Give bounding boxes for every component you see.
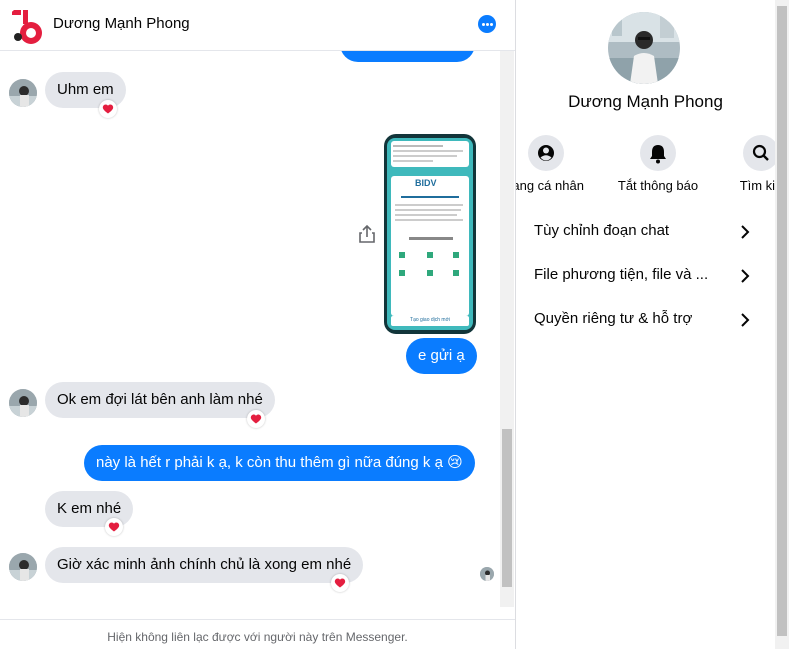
message-bubble[interactable]: này là hết r phải k ạ, k còn thu thêm gì… bbox=[84, 445, 475, 481]
search-icon[interactable] bbox=[743, 135, 775, 171]
sender-avatar bbox=[9, 553, 37, 581]
heart-reaction[interactable] bbox=[331, 574, 349, 592]
chat-header: Dương Mạnh Phong bbox=[0, 0, 515, 51]
chevron-right-icon bbox=[741, 313, 750, 327]
message-bubble[interactable]: Giờ xác minh ảnh chính chủ là xong em nh… bbox=[45, 547, 364, 583]
share-icon[interactable] bbox=[358, 224, 376, 244]
sidebar-scrollbar[interactable] bbox=[775, 0, 789, 649]
brand-logo: BIDV bbox=[415, 178, 437, 188]
action-label: Tắt thông báo bbox=[617, 178, 699, 193]
chevron-right-icon bbox=[741, 269, 750, 283]
heart-icon bbox=[334, 578, 346, 588]
outgoing-message-partial bbox=[340, 51, 475, 62]
profile-sidebar: Dương Mạnh Phong rang cá nhân Tắt thông … bbox=[516, 0, 775, 649]
heart-reaction[interactable] bbox=[99, 100, 117, 118]
sidebar-scrollbar-thumb[interactable] bbox=[777, 6, 787, 636]
message-list: Uhm em BIDV Tạo giao dịch mới e gửi ạ Ok… bbox=[0, 51, 500, 617]
bell-icon[interactable] bbox=[640, 135, 676, 171]
profile-icon[interactable] bbox=[528, 135, 564, 171]
message-bubble[interactable]: e gửi ạ bbox=[406, 338, 477, 374]
chat-scrollbar-thumb[interactable] bbox=[502, 429, 512, 587]
menu-media-files[interactable]: File phương tiện, file và ... bbox=[534, 266, 754, 283]
heart-reaction[interactable] bbox=[247, 410, 265, 428]
action-label: rang cá nhân bbox=[516, 178, 584, 193]
profile-name: Dương Mạnh Phong bbox=[568, 92, 723, 111]
chat-panel: Dương Mạnh Phong Uhm em BIDV Tạo giao dị… bbox=[0, 0, 516, 649]
menu-customize-chat[interactable]: Tùy chỉnh đoạn chat bbox=[534, 222, 754, 239]
sender-avatar bbox=[9, 79, 37, 107]
heart-reaction[interactable] bbox=[105, 518, 123, 536]
seen-indicator-avatar bbox=[480, 567, 494, 581]
profile-avatar[interactable] bbox=[608, 12, 680, 84]
unavailable-notice: Hiện không liên lạc được với người này t… bbox=[0, 619, 515, 650]
attachment-button-label: Tạo giao dịch mới bbox=[410, 317, 450, 323]
chat-scrollbar[interactable] bbox=[500, 51, 514, 607]
image-attachment[interactable]: BIDV Tạo giao dịch mới bbox=[384, 134, 476, 334]
message-bubble[interactable]: Ok em đợi lát bên anh làm nhé bbox=[45, 382, 275, 418]
chevron-right-icon bbox=[741, 225, 750, 239]
sender-avatar bbox=[9, 389, 37, 417]
menu-label: File phương tiện, file và ... bbox=[534, 266, 709, 283]
menu-label: Tùy chỉnh đoạn chat bbox=[534, 222, 670, 239]
heart-icon bbox=[102, 104, 114, 114]
more-options-icon[interactable] bbox=[478, 15, 496, 33]
heart-icon bbox=[108, 522, 120, 532]
contact-avatar[interactable] bbox=[6, 6, 46, 46]
heart-icon bbox=[250, 414, 262, 424]
action-profile[interactable]: rang cá nhân bbox=[516, 135, 596, 193]
menu-privacy-support[interactable]: Quyền riêng tư & hỗ trợ bbox=[534, 310, 754, 327]
action-search[interactable]: Tìm kiế bbox=[726, 135, 775, 193]
contact-name[interactable]: Dương Mạnh Phong bbox=[53, 15, 190, 32]
action-label: Tìm kiế bbox=[739, 178, 775, 193]
menu-label: Quyền riêng tư & hỗ trợ bbox=[534, 310, 693, 327]
action-mute[interactable]: Tắt thông báo bbox=[608, 135, 708, 193]
